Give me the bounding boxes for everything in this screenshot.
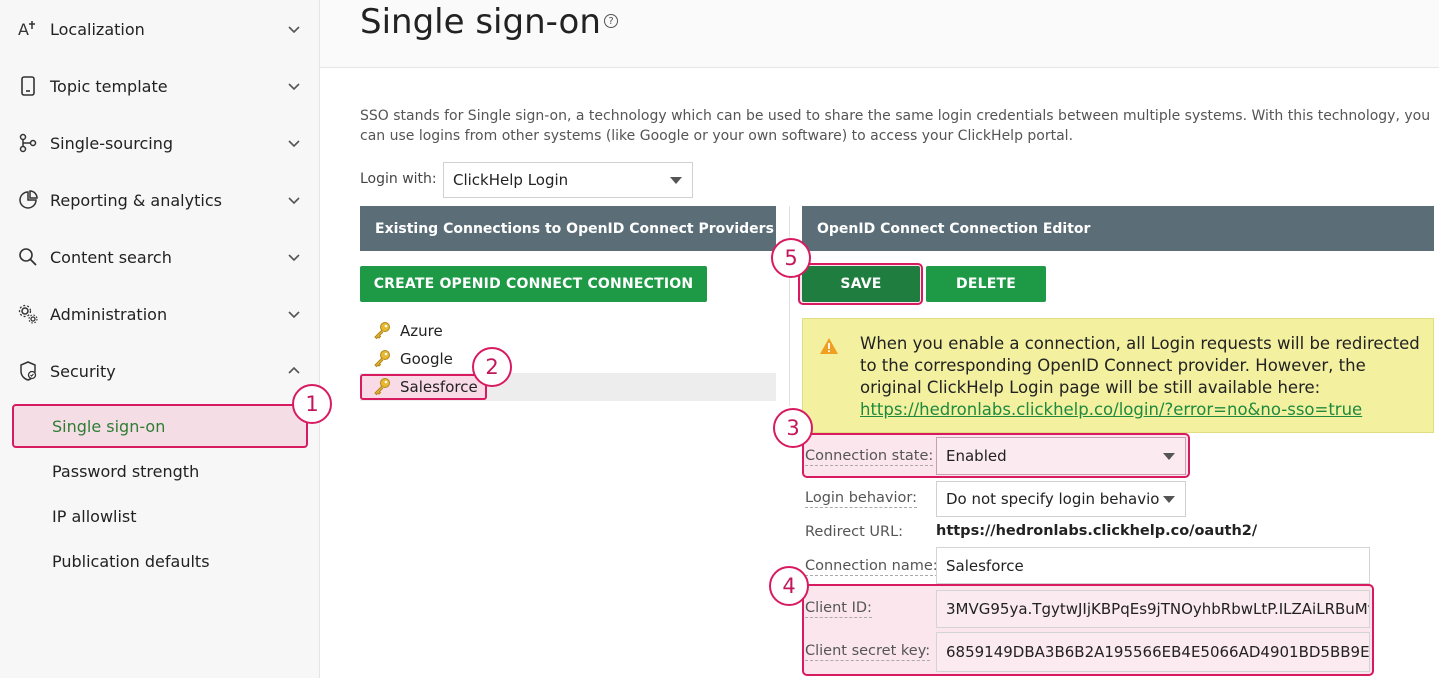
sidebar-item-content-search[interactable]: Content search	[0, 237, 320, 277]
panel-divider	[789, 206, 790, 406]
single-sourcing-icon	[17, 132, 39, 154]
sidebar-item-security[interactable]: Security	[0, 351, 320, 391]
search-icon	[17, 246, 39, 268]
connections-panel-header: Existing Connections to OpenID Connect P…	[360, 206, 776, 251]
warning-text: When you enable a connection, all Login …	[860, 334, 1420, 397]
sidebar-item-label: Security	[50, 361, 116, 381]
sidebar-subitem-label: IP allowlist	[52, 506, 137, 526]
step-badge-5: 5	[771, 238, 811, 278]
sidebar-item-label: Content search	[50, 247, 172, 267]
connection-state-select[interactable]: Enabled	[936, 437, 1186, 475]
shield-icon	[17, 360, 39, 382]
chevron-down-icon	[288, 26, 300, 34]
sidebar-subitem-password-strength[interactable]: Password strength	[12, 449, 308, 493]
sidebar-item-localization[interactable]: A Localization	[0, 9, 320, 49]
connection-state-label: Connection state:	[805, 448, 934, 466]
key-icon	[374, 350, 390, 368]
sidebar-item-label: Administration	[50, 304, 168, 324]
svg-text:A: A	[18, 20, 29, 39]
redirect-url-value: https://hedronlabs.clickhelp.co/oauth2/	[936, 523, 1258, 539]
help-icon[interactable]: ?	[604, 14, 618, 28]
step-badge-2: 2	[472, 347, 512, 387]
chevron-down-icon	[288, 83, 300, 91]
sidebar-subitem-label: Password strength	[52, 461, 200, 481]
chevron-down-icon	[288, 197, 300, 205]
page-description: SSO stands for Single sign-on, a technol…	[360, 108, 1431, 144]
chevron-down-icon	[288, 311, 300, 319]
sidebar-item-label: Single-sourcing	[50, 133, 173, 153]
connection-label: Google	[400, 350, 453, 368]
connection-name-input[interactable]: Salesforce	[936, 547, 1370, 584]
login-behavior-select[interactable]: Do not specify login behavio	[936, 481, 1186, 517]
create-connection-label: CREATE OPENID CONNECT CONNECTION	[373, 276, 694, 292]
connection-state-value: Enabled	[946, 447, 1007, 465]
connection-name-value: Salesforce	[946, 556, 1024, 575]
login-with-select[interactable]: ClickHelp Login	[443, 162, 693, 198]
sidebar-subitem-label: Single sign-on	[52, 416, 166, 436]
sidebar-item-label: Topic template	[50, 76, 168, 96]
connection-item-salesforce[interactable]: Salesforce	[360, 374, 776, 400]
reporting-icon	[17, 189, 39, 211]
editor-panel-header: OpenID Connect Connection Editor	[802, 206, 1434, 251]
sidebar-subitem-publication-defaults[interactable]: Publication defaults	[12, 539, 308, 583]
login-behavior-value: Do not specify login behavio	[946, 490, 1160, 508]
gear-icon	[17, 303, 39, 325]
sidebar-item-administration[interactable]: Administration	[0, 294, 320, 334]
client-id-label: Client ID:	[805, 600, 872, 618]
connection-item-google[interactable]: Google	[360, 346, 776, 372]
page-header: Single sign-on ?	[320, 0, 1439, 68]
caret-down-icon	[1163, 496, 1175, 503]
create-connection-button[interactable]: CREATE OPENID CONNECT CONNECTION	[360, 266, 707, 302]
sidebar-item-reporting[interactable]: Reporting & analytics	[0, 180, 320, 220]
sidebar-subitem-label: Publication defaults	[52, 551, 210, 571]
login-behavior-label: Login behavior:	[805, 490, 917, 508]
delete-label: DELETE	[956, 276, 1016, 292]
chevron-down-icon	[288, 254, 300, 262]
save-label: SAVE	[840, 276, 882, 292]
client-secret-input[interactable]: 6859149DBA3B6B2A195566EB4E5066AD4901BD5B…	[936, 632, 1370, 672]
caret-down-icon	[1163, 453, 1175, 460]
chevron-down-icon	[288, 140, 300, 148]
sidebar-subitem-ip-allowlist[interactable]: IP allowlist	[12, 494, 308, 538]
editor-panel-title: OpenID Connect Connection Editor	[817, 220, 1091, 237]
sidebar-item-topic-template[interactable]: Topic template	[0, 66, 320, 106]
connection-item-azure[interactable]: Azure	[360, 318, 776, 344]
key-icon	[374, 378, 390, 396]
client-secret-value: 6859149DBA3B6B2A195566EB4E5066AD4901BD5B…	[946, 643, 1370, 661]
step-badge-4: 4	[769, 566, 809, 606]
chevron-up-icon	[288, 366, 300, 374]
connections-panel-title: Existing Connections to OpenID Connect P…	[375, 220, 774, 237]
connection-label: Azure	[400, 322, 443, 340]
sidebar-item-single-sourcing[interactable]: Single-sourcing	[0, 123, 320, 163]
no-sso-login-link[interactable]: https://hedronlabs.clickhelp.co/login/?e…	[860, 400, 1362, 419]
sidebar-item-label: Reporting & analytics	[50, 190, 222, 210]
delete-button[interactable]: DELETE	[926, 266, 1046, 302]
topic-template-icon	[17, 75, 39, 97]
sidebar-subitem-single-sign-on[interactable]: Single sign-on	[12, 404, 308, 448]
warning-text-block: When you enable a connection, all Login …	[860, 333, 1425, 421]
warning-banner: When you enable a connection, all Login …	[802, 318, 1434, 433]
warning-icon	[820, 338, 838, 354]
localization-icon: A	[17, 18, 39, 40]
redirect-url-label: Redirect URL:	[805, 524, 904, 540]
caret-down-icon	[670, 177, 682, 184]
client-secret-label: Client secret key:	[805, 643, 931, 661]
login-with-label: Login with:	[360, 171, 437, 187]
connection-label: Salesforce	[400, 378, 478, 396]
step-badge-1: 1	[292, 384, 332, 424]
page-title: Single sign-on	[360, 2, 601, 42]
key-icon	[374, 322, 390, 340]
step-badge-3: 3	[773, 408, 813, 448]
sidebar: A Localization Topic template Single-sou…	[0, 0, 320, 678]
login-with-value: ClickHelp Login	[453, 171, 569, 189]
connection-name-label: Connection name:	[805, 558, 938, 576]
save-button[interactable]: SAVE	[802, 266, 920, 302]
client-id-value: 3MVG95ya.TgytwJIjKBPqEs9jTNOyhbRbwLtP.IL…	[946, 600, 1370, 618]
client-id-input[interactable]: 3MVG95ya.TgytwJIjKBPqEs9jTNOyhbRbwLtP.IL…	[936, 590, 1370, 628]
sidebar-item-label: Localization	[50, 19, 145, 39]
